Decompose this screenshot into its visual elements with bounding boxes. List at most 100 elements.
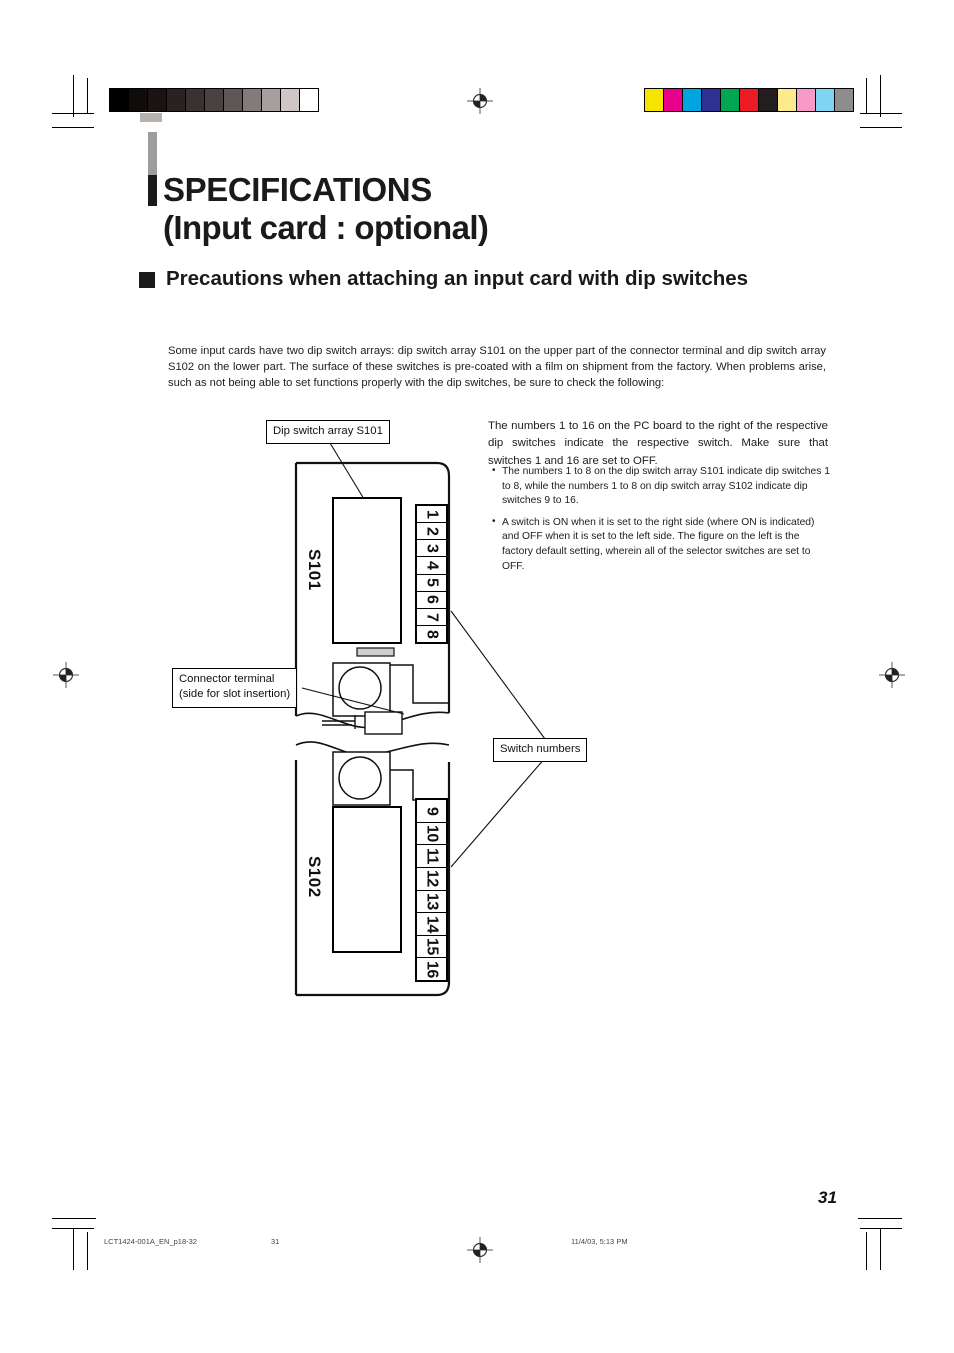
switch-number-value: 9 [423, 806, 441, 816]
grayscale-patch-3 [166, 89, 185, 111]
switch-number-value: 7 [423, 612, 441, 622]
footer-page-number: 31 [271, 1237, 280, 1246]
grayscale-calibration-strip [109, 88, 319, 112]
switch-number-value: 16 [423, 960, 441, 978]
switch-number-cell: 13 [417, 891, 446, 914]
switch-number-cell: 7 [417, 609, 446, 626]
dip-switch-label-s101: S101 [305, 549, 324, 591]
switch-number-value: 6 [423, 595, 441, 604]
switch-number-value: 8 [423, 629, 441, 639]
pcb-pad-upper [356, 647, 395, 657]
notes-lead-paragraph: The numbers 1 to 16 on the PC board to t… [488, 418, 828, 470]
section-heading: Precautions when attaching an input card… [166, 267, 749, 290]
gray-patch-marker [140, 113, 162, 122]
dip-switch-package-s101[interactable] [332, 497, 402, 644]
color-patch-9 [815, 89, 834, 111]
grayscale-patch-4 [185, 89, 204, 111]
crop-mark-top-right-vertical [880, 75, 881, 117]
page-subtitle: (Input card : optional) [163, 209, 489, 246]
switch-number-value: 2 [423, 526, 441, 536]
crop-mark-top-left-inner-horizontal [52, 127, 94, 128]
footer-rule-right [858, 1218, 902, 1219]
notes-lead-text: The numbers 1 to 16 on the PC board to t… [488, 420, 828, 467]
switch-number-cell: 9 [417, 800, 446, 823]
color-calibration-strip [644, 88, 854, 112]
switch-number-cell: 3 [417, 540, 446, 558]
crop-mark-bottom-right-inner-vertical [866, 1232, 867, 1270]
switch-number-value: 12 [423, 870, 441, 888]
switch-number-value: 11 [423, 848, 441, 865]
color-patch-4 [720, 89, 739, 111]
page-number: 31 [818, 1188, 837, 1207]
intro-paragraph: Some input cards have two dip switch arr… [168, 345, 826, 389]
switch-number-value: 15 [423, 938, 441, 955]
color-patch-7 [777, 89, 796, 111]
color-patch-5 [739, 89, 758, 111]
switch-number-ladder-s101: 1 2 3 4 5 6 7 8 [415, 504, 448, 644]
switch-number-cell: 4 [417, 557, 446, 575]
list-item: The numbers 1 to 8 on the dip switch arr… [491, 464, 831, 509]
grayscale-patch-5 [204, 89, 223, 111]
grayscale-patch-0 [110, 89, 128, 111]
switch-number-cell: 1 [417, 506, 446, 524]
registration-mark-bottom [467, 1237, 493, 1263]
list-item: A switch is ON when it is set to the rig… [491, 515, 831, 574]
switch-number-value: 14 [423, 915, 441, 933]
footer-timestamp: 11/4/03, 5:13 PM [571, 1237, 628, 1246]
grayscale-patch-9 [280, 89, 299, 111]
switch-number-ladder-s102: 9 10 11 12 13 14 15 16 [415, 798, 448, 982]
color-patch-6 [758, 89, 777, 111]
dip-switch-label-s102: S102 [305, 856, 324, 898]
color-patch-8 [796, 89, 815, 111]
color-patch-0 [645, 89, 663, 111]
crop-mark-top-left-inner-vertical [87, 78, 88, 114]
switch-number-value: 10 [423, 825, 441, 842]
switch-number-cell: 5 [417, 575, 446, 592]
switch-number-value: 1 [423, 509, 441, 519]
crop-mark-bottom-left-horizontal [52, 1228, 94, 1229]
crop-mark-bottom-right-horizontal [860, 1228, 902, 1229]
callout-connector-terminal: Connector terminal (side for slot insert… [172, 668, 298, 708]
registration-mark-left [53, 662, 79, 688]
grayscale-patch-8 [261, 89, 280, 111]
switch-number-cell: 16 [417, 958, 446, 980]
crop-mark-top-right-inner-vertical [866, 78, 867, 114]
pcb-component-middle [322, 711, 403, 735]
section-bullet-square [139, 272, 155, 288]
connector-terminal-upper [332, 662, 449, 717]
switch-number-value: 3 [423, 544, 441, 553]
switch-number-cell: 11 [417, 845, 446, 868]
crop-mark-top-left-vertical [73, 75, 74, 117]
grayscale-patch-6 [223, 89, 242, 111]
switch-number-cell: 15 [417, 936, 446, 959]
grayscale-patch-7 [242, 89, 261, 111]
callout-dip-switch-array: Dip switch array S101 [266, 420, 390, 445]
input-card-figure [294, 442, 546, 997]
crop-mark-top-right-inner-horizontal [860, 127, 902, 128]
title-bullet-square [148, 175, 157, 206]
switch-number-value: 5 [423, 578, 441, 587]
callout-switch-numbers: Switch numbers [493, 738, 588, 763]
crop-mark-bottom-left-inner-vertical [87, 1232, 88, 1270]
switch-number-cell: 6 [417, 592, 446, 609]
switch-number-value: 4 [423, 561, 441, 570]
dip-switch-package-s102[interactable] [332, 806, 402, 953]
switch-number-cell: 8 [417, 626, 446, 642]
color-patch-10 [834, 89, 853, 111]
notes-bullet-list: The numbers 1 to 8 on the dip switch arr… [491, 464, 831, 581]
color-patch-2 [682, 89, 701, 111]
page-title: SPECIFICATIONS [163, 171, 432, 208]
pcb-break-line [295, 711, 450, 757]
switch-number-value: 13 [423, 892, 441, 910]
color-patch-3 [701, 89, 720, 111]
footer-file-name: LCT1424-001A_EN_p18-32 [104, 1237, 197, 1246]
switch-number-cell: 12 [417, 868, 446, 891]
switch-number-cell: 2 [417, 523, 446, 541]
crop-mark-bottom-left-vertical [73, 1228, 74, 1270]
crop-mark-bottom-right-vertical [880, 1228, 881, 1270]
callout-connector-terminal-line2: (side for slot insertion) [179, 688, 291, 701]
switch-number-cell: 14 [417, 913, 446, 936]
footer-rule-left [52, 1218, 96, 1219]
color-patch-1 [663, 89, 682, 111]
grayscale-patch-10 [299, 89, 318, 111]
